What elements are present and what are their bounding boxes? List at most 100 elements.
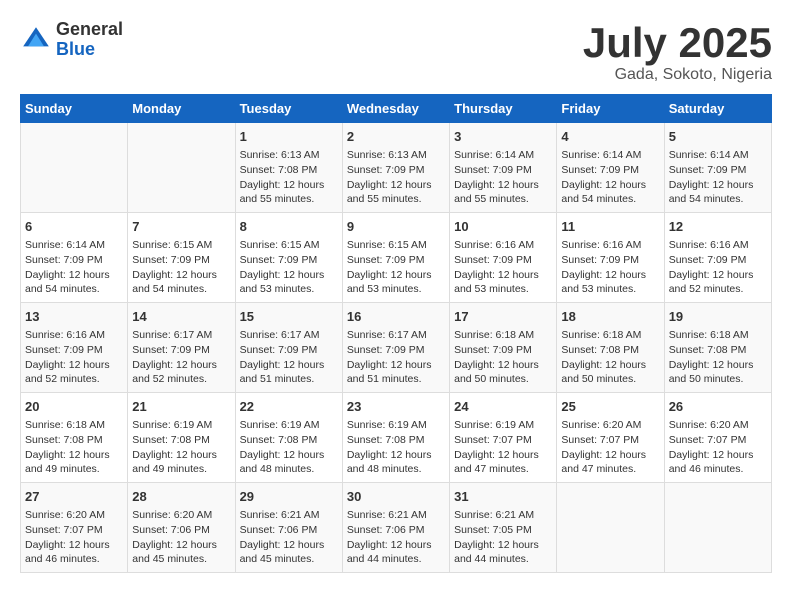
calendar-cell: 26 Sunrise: 6:20 AMSunset: 7:07 PMDayligh…	[664, 393, 771, 483]
day-number: 31	[454, 488, 552, 506]
calendar-cell: 16Sunrise: 6:17 AMSunset: 7:09 PMDayligh…	[342, 303, 449, 393]
calendar-cell: 19Sunrise: 6:18 AMSunset: 7:08 PMDayligh…	[664, 303, 771, 393]
logo: General Blue	[20, 20, 123, 60]
calendar-cell: 30 Sunrise: 6:21 AMSunset: 7:06 PMDayligh…	[342, 482, 449, 572]
calendar-table: SundayMondayTuesdayWednesdayThursdayFrid…	[20, 94, 772, 573]
day-detail: Sunrise: 6:14 AMSunset: 7:09 PMDaylight:…	[561, 148, 659, 207]
day-number: 6	[25, 218, 123, 236]
day-detail: Sunrise: 6:18 AMSunset: 7:08 PMDaylight:…	[561, 328, 659, 387]
day-detail: Sunrise: 6:20 AMSunset: 7:07 PMDaylight:…	[561, 418, 659, 477]
day-detail: Sunrise: 6:14 AMSunset: 7:09 PMDaylight:…	[669, 148, 767, 207]
header-monday: Monday	[128, 95, 235, 123]
calendar-cell	[557, 482, 664, 572]
calendar-cell: 5 Sunrise: 6:14 AMSunset: 7:09 PMDaylight…	[664, 123, 771, 213]
day-detail: Sunrise: 6:19 AMSunset: 7:08 PMDaylight:…	[132, 418, 230, 477]
calendar-cell	[128, 123, 235, 213]
calendar-cell: 23Sunrise: 6:19 AMSunset: 7:08 PMDayligh…	[342, 393, 449, 483]
calendar-cell: 21 Sunrise: 6:19 AMSunset: 7:08 PMDayligh…	[128, 393, 235, 483]
day-detail: Sunrise: 6:15 AMSunset: 7:09 PMDaylight:…	[240, 238, 338, 297]
calendar-cell	[664, 482, 771, 572]
day-number: 4	[561, 128, 659, 146]
calendar-cell: 11 Sunrise: 6:16 AMSunset: 7:09 PMDayligh…	[557, 213, 664, 303]
day-number: 29	[240, 488, 338, 506]
day-number: 10	[454, 218, 552, 236]
page-header: General Blue July 2025 Gada, Sokoto, Nig…	[20, 20, 772, 84]
day-number: 13	[25, 308, 123, 326]
day-number: 24	[454, 398, 552, 416]
day-detail: Sunrise: 6:21 AMSunset: 7:06 PMDaylight:…	[347, 508, 445, 567]
logo-general-text: General	[56, 19, 123, 39]
day-number: 25	[561, 398, 659, 416]
day-number: 26	[669, 398, 767, 416]
day-number: 19	[669, 308, 767, 326]
day-number: 15	[240, 308, 338, 326]
calendar-cell: 28 Sunrise: 6:20 AMSunset: 7:06 PMDayligh…	[128, 482, 235, 572]
day-detail: Sunrise: 6:21 AMSunset: 7:05 PMDaylight:…	[454, 508, 552, 567]
calendar-cell: 24 Sunrise: 6:19 AMSunset: 7:07 PMDayligh…	[450, 393, 557, 483]
day-number: 5	[669, 128, 767, 146]
day-number: 2	[347, 128, 445, 146]
day-detail: Sunrise: 6:13 AMSunset: 7:08 PMDaylight:…	[240, 148, 338, 207]
calendar-cell: 9Sunrise: 6:15 AMSunset: 7:09 PMDaylight…	[342, 213, 449, 303]
calendar-cell: 17 Sunrise: 6:18 AMSunset: 7:09 PMDayligh…	[450, 303, 557, 393]
calendar-cell: 22 Sunrise: 6:19 AMSunset: 7:08 PMDayligh…	[235, 393, 342, 483]
calendar-cell: 27 Sunrise: 6:20 AMSunset: 7:07 PMDayligh…	[21, 482, 128, 572]
title-block: July 2025 Gada, Sokoto, Nigeria	[583, 20, 772, 84]
day-detail: Sunrise: 6:19 AMSunset: 7:07 PMDaylight:…	[454, 418, 552, 477]
day-number: 28	[132, 488, 230, 506]
header-thursday: Thursday	[450, 95, 557, 123]
day-detail: Sunrise: 6:13 AMSunset: 7:09 PMDaylight:…	[347, 148, 445, 207]
day-detail: Sunrise: 6:20 AMSunset: 7:07 PMDaylight:…	[25, 508, 123, 567]
day-detail: Sunrise: 6:16 AMSunset: 7:09 PMDaylight:…	[25, 328, 123, 387]
calendar-cell: 2 Sunrise: 6:13 AMSunset: 7:09 PMDaylight…	[342, 123, 449, 213]
day-number: 27	[25, 488, 123, 506]
day-detail: Sunrise: 6:20 AMSunset: 7:07 PMDaylight:…	[669, 418, 767, 477]
day-detail: Sunrise: 6:16 AMSunset: 7:09 PMDaylight:…	[454, 238, 552, 297]
calendar-cell	[21, 123, 128, 213]
calendar-cell: 12Sunrise: 6:16 AMSunset: 7:09 PMDayligh…	[664, 213, 771, 303]
calendar-week-row: 27 Sunrise: 6:20 AMSunset: 7:07 PMDayligh…	[21, 482, 772, 572]
day-detail: Sunrise: 6:17 AMSunset: 7:09 PMDaylight:…	[240, 328, 338, 387]
day-number: 7	[132, 218, 230, 236]
day-detail: Sunrise: 6:16 AMSunset: 7:09 PMDaylight:…	[669, 238, 767, 297]
day-number: 21	[132, 398, 230, 416]
calendar-cell: 31 Sunrise: 6:21 AMSunset: 7:05 PMDayligh…	[450, 482, 557, 572]
day-detail: Sunrise: 6:18 AMSunset: 7:09 PMDaylight:…	[454, 328, 552, 387]
day-number: 16	[347, 308, 445, 326]
header-saturday: Saturday	[664, 95, 771, 123]
calendar-cell: 14 Sunrise: 6:17 AMSunset: 7:09 PMDayligh…	[128, 303, 235, 393]
calendar-cell: 13 Sunrise: 6:16 AMSunset: 7:09 PMDayligh…	[21, 303, 128, 393]
day-detail: Sunrise: 6:16 AMSunset: 7:09 PMDaylight:…	[561, 238, 659, 297]
calendar-week-row: 13 Sunrise: 6:16 AMSunset: 7:09 PMDayligh…	[21, 303, 772, 393]
calendar-header-row: SundayMondayTuesdayWednesdayThursdayFrid…	[21, 95, 772, 123]
calendar-cell: 25 Sunrise: 6:20 AMSunset: 7:07 PMDayligh…	[557, 393, 664, 483]
calendar-cell: 29 Sunrise: 6:21 AMSunset: 7:06 PMDayligh…	[235, 482, 342, 572]
day-detail: Sunrise: 6:18 AMSunset: 7:08 PMDaylight:…	[25, 418, 123, 477]
calendar-cell: 4 Sunrise: 6:14 AMSunset: 7:09 PMDaylight…	[557, 123, 664, 213]
day-number: 1	[240, 128, 338, 146]
calendar-cell: 18Sunrise: 6:18 AMSunset: 7:08 PMDayligh…	[557, 303, 664, 393]
header-tuesday: Tuesday	[235, 95, 342, 123]
calendar-cell: 10 Sunrise: 6:16 AMSunset: 7:09 PMDayligh…	[450, 213, 557, 303]
day-number: 14	[132, 308, 230, 326]
day-detail: Sunrise: 6:17 AMSunset: 7:09 PMDaylight:…	[132, 328, 230, 387]
day-number: 3	[454, 128, 552, 146]
location: Gada, Sokoto, Nigeria	[583, 66, 772, 84]
header-friday: Friday	[557, 95, 664, 123]
logo-blue-text: Blue	[56, 39, 95, 59]
day-number: 17	[454, 308, 552, 326]
day-number: 11	[561, 218, 659, 236]
day-number: 20	[25, 398, 123, 416]
day-detail: Sunrise: 6:19 AMSunset: 7:08 PMDaylight:…	[240, 418, 338, 477]
day-number: 30	[347, 488, 445, 506]
day-detail: Sunrise: 6:21 AMSunset: 7:06 PMDaylight:…	[240, 508, 338, 567]
day-number: 22	[240, 398, 338, 416]
calendar-cell: 7Sunrise: 6:15 AMSunset: 7:09 PMDaylight…	[128, 213, 235, 303]
header-sunday: Sunday	[21, 95, 128, 123]
day-number: 8	[240, 218, 338, 236]
day-detail: Sunrise: 6:14 AMSunset: 7:09 PMDaylight:…	[25, 238, 123, 297]
month-title: July 2025	[583, 20, 772, 66]
day-detail: Sunrise: 6:15 AMSunset: 7:09 PMDaylight:…	[347, 238, 445, 297]
calendar-cell: 3Sunrise: 6:14 AMSunset: 7:09 PMDaylight…	[450, 123, 557, 213]
day-detail: Sunrise: 6:20 AMSunset: 7:06 PMDaylight:…	[132, 508, 230, 567]
